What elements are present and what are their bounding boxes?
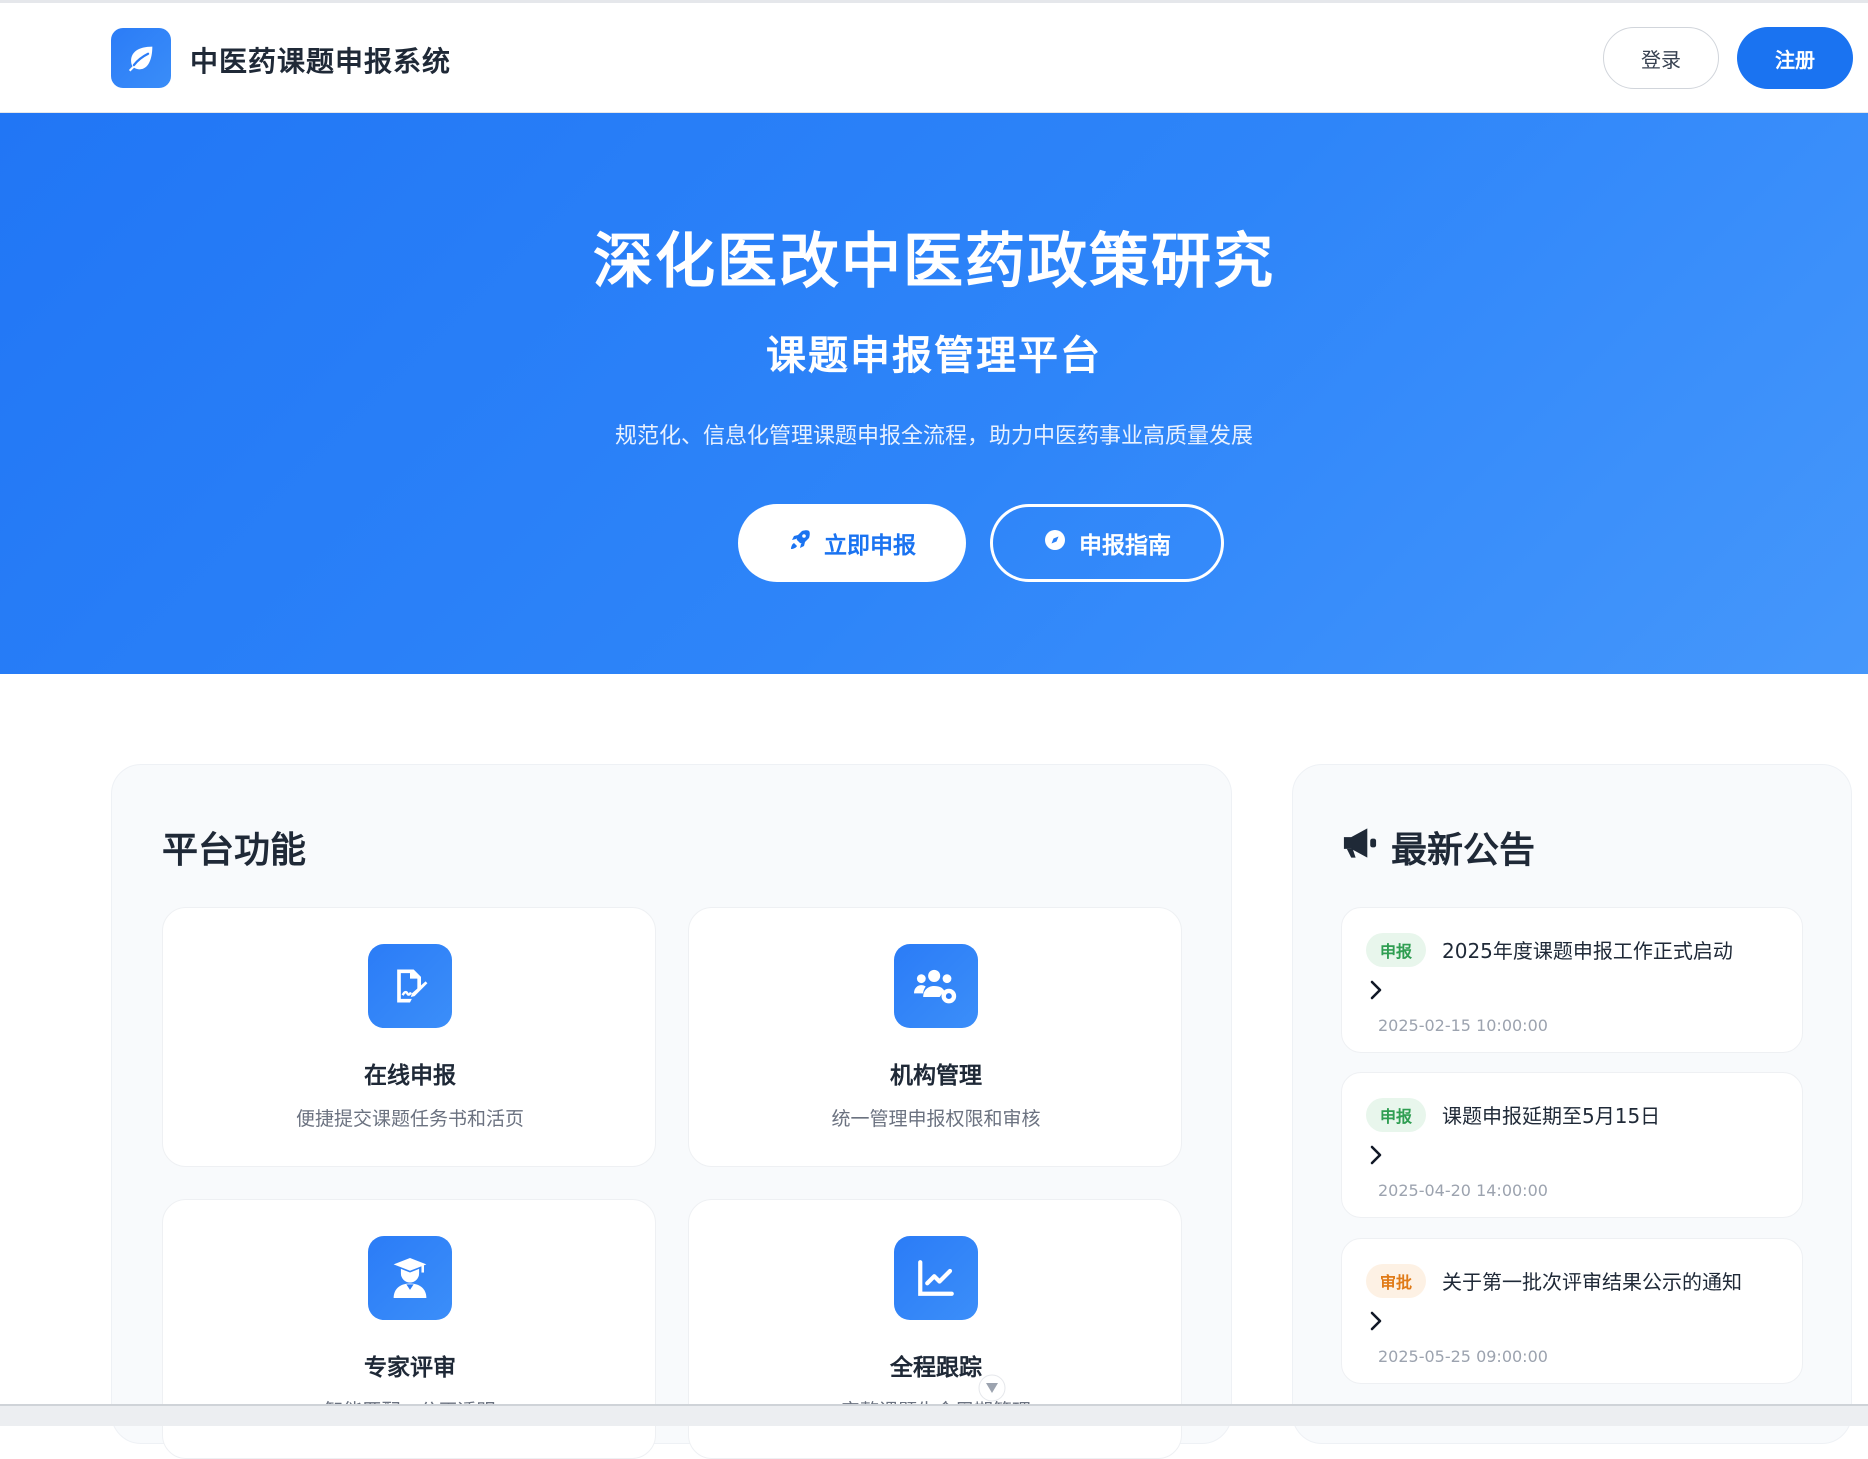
guide-button[interactable]: 申报指南: [990, 504, 1224, 582]
feature-title: 机构管理: [890, 1063, 982, 1089]
scroll-down-icon[interactable]: [978, 1374, 1006, 1402]
chart-line-icon: [894, 1236, 978, 1320]
notice-item[interactable]: 申报 课题申报延期至5月15日 2025-04-20 14:00:00: [1341, 1072, 1803, 1218]
notice-title: 课题申报延期至5月15日: [1442, 1104, 1661, 1128]
notice-title: 关于第一批次评审结果公示的通知: [1442, 1270, 1742, 1294]
compass-icon: [1043, 528, 1067, 558]
notice-time: 2025-02-15 10:00:00: [1378, 1016, 1548, 1035]
brand-title[interactable]: 中医药课题申报系统: [190, 40, 451, 80]
features-panel: 平台功能 在线申报 便捷提交课题任务书和活页 机构管理 统一管理申报权限和审核 …: [111, 764, 1232, 1459]
feature-card-online-apply[interactable]: 在线申报 便捷提交课题任务书和活页: [162, 907, 656, 1167]
guide-label: 申报指南: [1079, 532, 1171, 558]
chevron-right-icon: [1370, 1145, 1382, 1165]
users-cog-icon: [894, 944, 978, 1028]
feature-desc: 便捷提交课题任务书和活页: [295, 1108, 524, 1130]
rocket-icon: [788, 528, 812, 558]
megaphone-icon: [1341, 825, 1379, 870]
bottom-overlay-bar: [0, 1404, 1868, 1426]
leaf-logo-icon[interactable]: [111, 28, 171, 88]
site-header: 中医药课题申报系统 登录 注册: [0, 3, 1868, 113]
notice-item[interactable]: 审批 关于第一批次评审结果公示的通知 2025-05-25 09:00:00: [1341, 1238, 1803, 1384]
notice-tag: 申报: [1366, 933, 1427, 967]
notice-time: 2025-05-25 09:00:00: [1378, 1347, 1548, 1366]
hero-description: 规范化、信息化管理课题申报全流程，助力中医药事业高质量发展: [614, 424, 1253, 449]
notices-header: 最新公告: [1341, 821, 1535, 873]
apply-now-label: 立即申报: [824, 532, 916, 558]
feature-desc: 统一管理申报权限和审核: [831, 1108, 1041, 1130]
feature-title: 在线申报: [364, 1063, 456, 1089]
notices-title: 最新公告: [1391, 830, 1536, 871]
notice-item[interactable]: 申报 2025年度课题申报工作正式启动 2025-02-15 10:00:00: [1341, 907, 1803, 1053]
notice-title: 2025年度课题申报工作正式启动: [1442, 939, 1733, 963]
feature-title: 专家评审: [364, 1355, 456, 1381]
notice-time: 2025-04-20 14:00:00: [1378, 1181, 1548, 1200]
feature-card-institution[interactable]: 机构管理 统一管理申报权限和审核: [688, 907, 1182, 1167]
chevron-right-icon: [1370, 1311, 1382, 1331]
chevron-right-icon: [1370, 980, 1382, 1000]
expert-icon: [368, 1236, 452, 1320]
register-button[interactable]: 注册: [1737, 27, 1853, 89]
apply-now-button[interactable]: 立即申报: [738, 504, 966, 582]
notices-panel: 最新公告 申报 2025年度课题申报工作正式启动 2025-02-15 10:0…: [1292, 764, 1852, 1444]
feature-title: 全程跟踪: [890, 1355, 982, 1381]
features-title: 平台功能: [162, 830, 307, 871]
hero-title: 深化医改中医药政策研究: [593, 227, 1275, 297]
hero-subtitle: 课题申报管理平台: [766, 333, 1102, 379]
notice-tag: 审批: [1366, 1264, 1427, 1298]
hero-banner: 深化医改中医药政策研究 课题申报管理平台 规范化、信息化管理课题申报全流程，助力…: [0, 113, 1868, 674]
notice-tag: 申报: [1366, 1098, 1427, 1132]
file-signature-icon: [368, 944, 452, 1028]
login-button[interactable]: 登录: [1603, 27, 1719, 89]
